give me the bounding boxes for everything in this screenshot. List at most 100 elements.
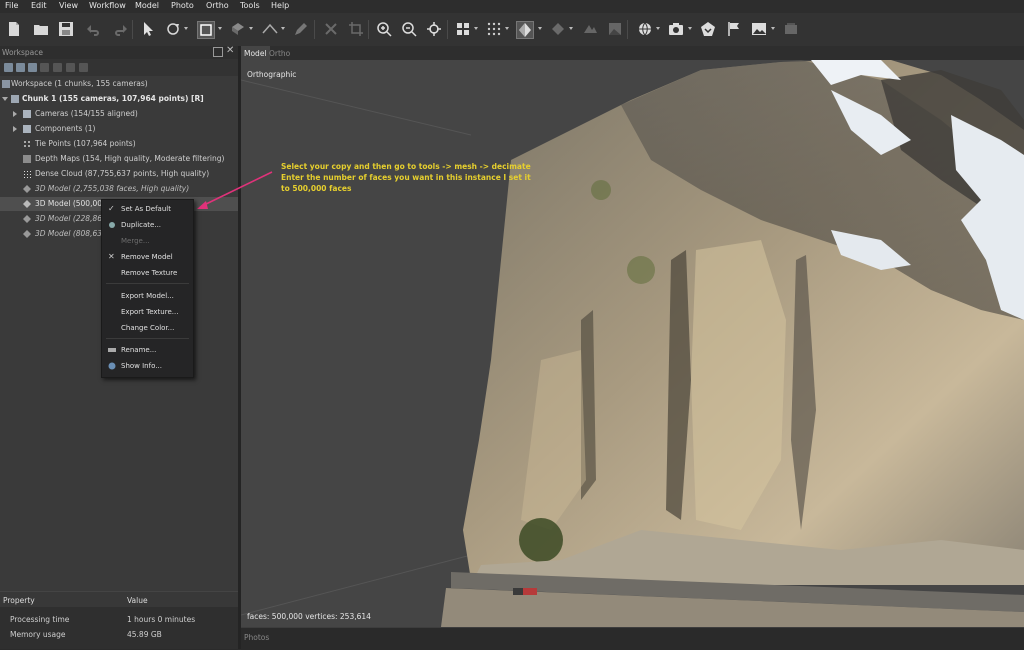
- camera-icon[interactable]: [668, 21, 684, 37]
- menu-photo[interactable]: Photo: [171, 1, 194, 10]
- menu-item-label: Remove Texture: [121, 269, 178, 277]
- image-icon[interactable]: [751, 21, 767, 37]
- ruler-icon[interactable]: [262, 21, 278, 37]
- menu-item-merge[interactable]: Merge...: [102, 234, 193, 248]
- chevron-down-icon[interactable]: [505, 27, 509, 30]
- tree-item-label: 3D Model (2,755,038 faces, High quality): [35, 184, 190, 193]
- tree-item-chunk[interactable]: Chunk 1 (155 cameras, 107,964 points) [R…: [0, 92, 238, 106]
- delete-selection-icon[interactable]: [323, 21, 339, 37]
- tree-item-3d-model[interactable]: 3D Model (2,755,038 faces, High quality): [0, 182, 238, 196]
- point-cloud-icon[interactable]: [486, 21, 502, 37]
- rename-icon: [108, 346, 116, 354]
- expand-arrow-icon[interactable]: [13, 111, 17, 117]
- chevron-down-icon[interactable]: [218, 27, 222, 30]
- zoom-out-icon[interactable]: [401, 21, 417, 37]
- dem-icon[interactable]: [582, 21, 598, 37]
- open-folder-icon[interactable]: [33, 21, 49, 37]
- settings-icon[interactable]: [79, 63, 88, 72]
- menu-workflow[interactable]: Workflow: [89, 1, 126, 10]
- add-photos-icon[interactable]: [16, 63, 25, 72]
- menu-item-show-info[interactable]: Show Info...: [102, 359, 193, 373]
- remove-items-icon[interactable]: [40, 63, 49, 72]
- pencil-icon[interactable]: [293, 21, 309, 37]
- chevron-down-icon[interactable]: [688, 27, 692, 30]
- menu-item-rename[interactable]: Rename...: [102, 343, 193, 357]
- menu-file[interactable]: File: [5, 1, 18, 10]
- model-viewport[interactable]: Orthographic faces: 500,000 vertices: 25…: [241, 60, 1024, 627]
- chevron-down-icon[interactable]: [474, 27, 478, 30]
- tie-points-icon: [23, 140, 31, 148]
- float-panel-icon[interactable]: [213, 47, 223, 57]
- tree-item-label: Tie Points (107,964 points): [35, 139, 136, 148]
- chevron-down-icon[interactable]: [538, 27, 542, 30]
- menu-item-export-texture[interactable]: Export Texture...: [102, 305, 193, 319]
- chevron-down-icon[interactable]: [184, 27, 188, 30]
- properties-header: Property Value: [0, 591, 238, 607]
- model-icon: [23, 185, 31, 193]
- model-shaded-icon[interactable]: [516, 21, 534, 39]
- add-chunk-icon[interactable]: [4, 63, 13, 72]
- menu-item-duplicate[interactable]: Duplicate...: [102, 218, 193, 232]
- crop-icon[interactable]: [348, 21, 364, 37]
- close-icon[interactable]: ✕: [226, 45, 234, 56]
- model-icon: [23, 215, 31, 223]
- toolbar-separator: [447, 20, 448, 39]
- menu-help[interactable]: Help: [271, 1, 289, 10]
- tree-item-workspace[interactable]: Workspace (1 chunks, 155 cameras): [0, 77, 238, 91]
- menu-item-export-model[interactable]: Export Model...: [102, 289, 193, 303]
- orthomosaic-icon[interactable]: [607, 21, 623, 37]
- rotate-object-icon[interactable]: [165, 21, 181, 37]
- tree-item-dense-cloud[interactable]: Dense Cloud (87,755,637 points, High qua…: [0, 167, 238, 181]
- tree-item-cameras[interactable]: Cameras (154/155 aligned): [0, 107, 238, 121]
- menu-item-label: Merge...: [121, 237, 150, 245]
- undo-icon[interactable]: [86, 21, 102, 37]
- chevron-down-icon[interactable]: [249, 27, 253, 30]
- chevron-down-icon[interactable]: [656, 27, 660, 30]
- menu-item-remove-texture[interactable]: Remove Texture: [102, 266, 193, 280]
- model-icon: [23, 200, 31, 208]
- tree-item-tie-points[interactable]: Tie Points (107,964 points): [0, 137, 238, 151]
- chevron-down-icon[interactable]: [281, 27, 285, 30]
- tiled-model-icon[interactable]: [550, 21, 566, 37]
- viewport-status: faces: 500,000 vertices: 253,614: [247, 612, 371, 621]
- annotation-line: to 500,000 faces: [281, 184, 352, 193]
- menu-tools[interactable]: Tools: [240, 1, 260, 10]
- properties-panel: Property Value Processing time 1 hours 0…: [0, 591, 238, 649]
- menu-edit[interactable]: Edit: [31, 1, 47, 10]
- region-resize-icon[interactable]: [230, 21, 246, 37]
- menu-item-label: Remove Model: [121, 253, 173, 261]
- expand-arrow-icon[interactable]: [2, 97, 8, 101]
- flag-icon[interactable]: [726, 21, 742, 37]
- rectangle-selection-icon[interactable]: [197, 21, 215, 39]
- menu-bar: File Edit View Workflow Model Photo Orth…: [0, 0, 1024, 13]
- menu-model[interactable]: Model: [135, 1, 159, 10]
- duplicate-icon: [108, 221, 116, 229]
- chevron-down-icon[interactable]: [771, 27, 775, 30]
- enable-icon[interactable]: [53, 63, 62, 72]
- expand-arrow-icon[interactable]: [13, 126, 17, 132]
- menu-view[interactable]: View: [59, 1, 78, 10]
- redo-icon[interactable]: [112, 21, 128, 37]
- reset-view-icon[interactable]: [426, 21, 442, 37]
- property-value: 45.89 GB: [127, 630, 162, 639]
- chevron-down-icon[interactable]: [569, 27, 573, 30]
- tree-item-components[interactable]: Components (1): [0, 122, 238, 136]
- new-file-icon[interactable]: [6, 21, 22, 37]
- shape-icon[interactable]: [700, 21, 716, 37]
- menu-item-set-as-default[interactable]: ✓ Set As Default: [102, 202, 193, 216]
- tab-ortho[interactable]: Ortho: [266, 46, 293, 60]
- globe-icon[interactable]: [637, 21, 653, 37]
- menu-item-change-color[interactable]: Change Color...: [102, 321, 193, 335]
- tree-item-label: Depth Maps (154, High quality, Moderate …: [35, 154, 225, 163]
- batch-icon[interactable]: [783, 21, 799, 37]
- tree-item-depth-maps[interactable]: Depth Maps (154, High quality, Moderate …: [0, 152, 238, 166]
- navigation-cursor-icon[interactable]: [140, 21, 156, 37]
- menu-item-label: Export Model...: [121, 292, 174, 300]
- menu-item-remove-model[interactable]: ✕ Remove Model: [102, 250, 193, 264]
- add-folder-icon[interactable]: [28, 63, 37, 72]
- show-cameras-icon[interactable]: [455, 21, 471, 37]
- menu-ortho[interactable]: Ortho: [206, 1, 229, 10]
- zoom-in-icon[interactable]: [376, 21, 392, 37]
- save-icon[interactable]: [58, 21, 74, 37]
- disable-icon[interactable]: [66, 63, 75, 72]
